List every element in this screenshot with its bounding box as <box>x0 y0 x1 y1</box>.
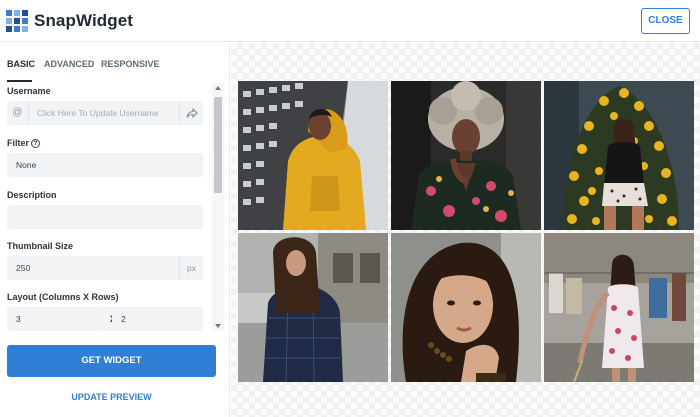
update-preview-link[interactable]: UPDATE PREVIEW <box>7 392 216 402</box>
photo-woman-curly-hair[interactable] <box>391 81 541 230</box>
header: SnapWidget CLOSE <box>0 0 700 42</box>
close-button[interactable]: CLOSE <box>641 8 690 34</box>
preview-area <box>231 43 700 417</box>
filter-label: Filter? <box>7 138 41 149</box>
settings-form: Username @ Click Here To Update Username… <box>0 83 212 331</box>
thumbnail-size-label: Thumbnail Size <box>7 241 74 251</box>
rows-field[interactable]: 2 <box>112 307 203 331</box>
filter-value: None <box>16 160 37 170</box>
tab-responsive[interactable]: RESPONSIVE <box>101 59 160 69</box>
form-scrollbar[interactable] <box>212 83 224 331</box>
help-icon[interactable]: ? <box>31 139 41 149</box>
active-tab-indicator <box>7 80 32 82</box>
photo-woman-floral-dress[interactable] <box>544 233 694 382</box>
photo-woman-plaid-coat[interactable] <box>238 233 388 382</box>
tab-basic[interactable]: BASIC <box>7 59 35 69</box>
settings-panel: BASIC ADVANCED RESPONSIVE Username @ Cli… <box>0 43 230 417</box>
rows-value: 2 <box>121 314 126 324</box>
brand-title: SnapWidget <box>34 11 134 30</box>
layout-label: Layout (Columns X Rows) <box>7 292 119 302</box>
photo-woman-closeup[interactable] <box>391 233 541 382</box>
snapwidget-logo-icon <box>6 10 28 32</box>
scroll-thumb[interactable] <box>214 97 222 193</box>
thumbnail-size-field[interactable]: 250 px <box>7 256 203 280</box>
px-unit: px <box>179 256 203 280</box>
photo-man-yellow-hoodie[interactable] <box>238 81 388 230</box>
get-widget-button[interactable]: GET WIDGET <box>7 345 216 377</box>
photo-woman-sunflowers[interactable] <box>544 81 694 230</box>
tab-advanced[interactable]: ADVANCED <box>44 59 94 69</box>
thumbnail-size-value: 250 <box>16 263 31 273</box>
username-field[interactable]: @ Click Here To Update Username <box>7 101 203 125</box>
filter-select[interactable]: None <box>7 153 203 177</box>
username-placeholder: Click Here To Update Username <box>37 108 159 118</box>
tab-bar: BASIC ADVANCED RESPONSIVE <box>0 43 230 83</box>
username-label: Username <box>7 86 51 96</box>
at-prefix: @ <box>7 101 29 125</box>
scroll-down-arrow-icon[interactable] <box>215 324 221 328</box>
share-icon[interactable] <box>179 101 203 125</box>
columns-field[interactable]: 3 <box>7 307 103 331</box>
description-field[interactable] <box>7 205 203 229</box>
filter-label-text: Filter <box>7 138 30 148</box>
scroll-up-arrow-icon[interactable] <box>215 86 221 90</box>
description-label: Description <box>7 190 57 200</box>
columns-value: 3 <box>16 314 21 324</box>
